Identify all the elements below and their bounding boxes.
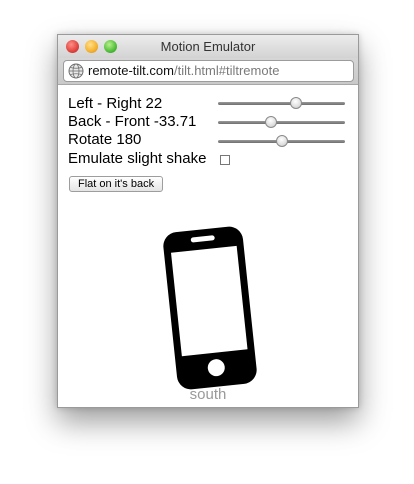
window-title: Motion Emulator (160, 39, 256, 54)
slider-track (218, 102, 345, 105)
globe-icon (68, 63, 84, 79)
slider-track (218, 121, 345, 124)
slider-thumb[interactable] (276, 135, 288, 147)
shake-label: Emulate slight shake (68, 150, 207, 167)
title-bar[interactable]: Motion Emulator (58, 35, 358, 58)
motion-emulator-window: Motion Emulator remote-tilt.com/tilt.htm… (57, 34, 359, 408)
flat-on-back-button[interactable]: Flat on it's back (69, 176, 164, 192)
orientation-caption: south (189, 386, 227, 403)
back-front-label: Back - Front -33.71 (68, 113, 197, 130)
phone-icon (163, 226, 257, 390)
content-area: Left - Right 22 Back - Front -33.71 Rota… (58, 85, 358, 407)
slider-thumb[interactable] (290, 97, 302, 109)
left-right-slider[interactable] (218, 97, 345, 110)
url-text: remote-tilt.com/tilt.html#tiltremote (88, 63, 279, 78)
address-bar: remote-tilt.com/tilt.html#tiltremote (58, 58, 358, 85)
left-right-label: Left - Right 22 (68, 95, 163, 112)
url-field[interactable]: remote-tilt.com/tilt.html#tiltremote (63, 60, 354, 82)
shake-checkbox[interactable] (220, 155, 230, 165)
url-host: remote-tilt.com (88, 63, 174, 78)
slider-thumb[interactable] (265, 116, 277, 128)
url-path: /tilt.html#tiltremote (173, 63, 280, 78)
rotate-slider[interactable] (218, 135, 345, 148)
back-front-slider[interactable] (218, 116, 345, 129)
rotate-label: Rotate 180 (68, 131, 142, 148)
